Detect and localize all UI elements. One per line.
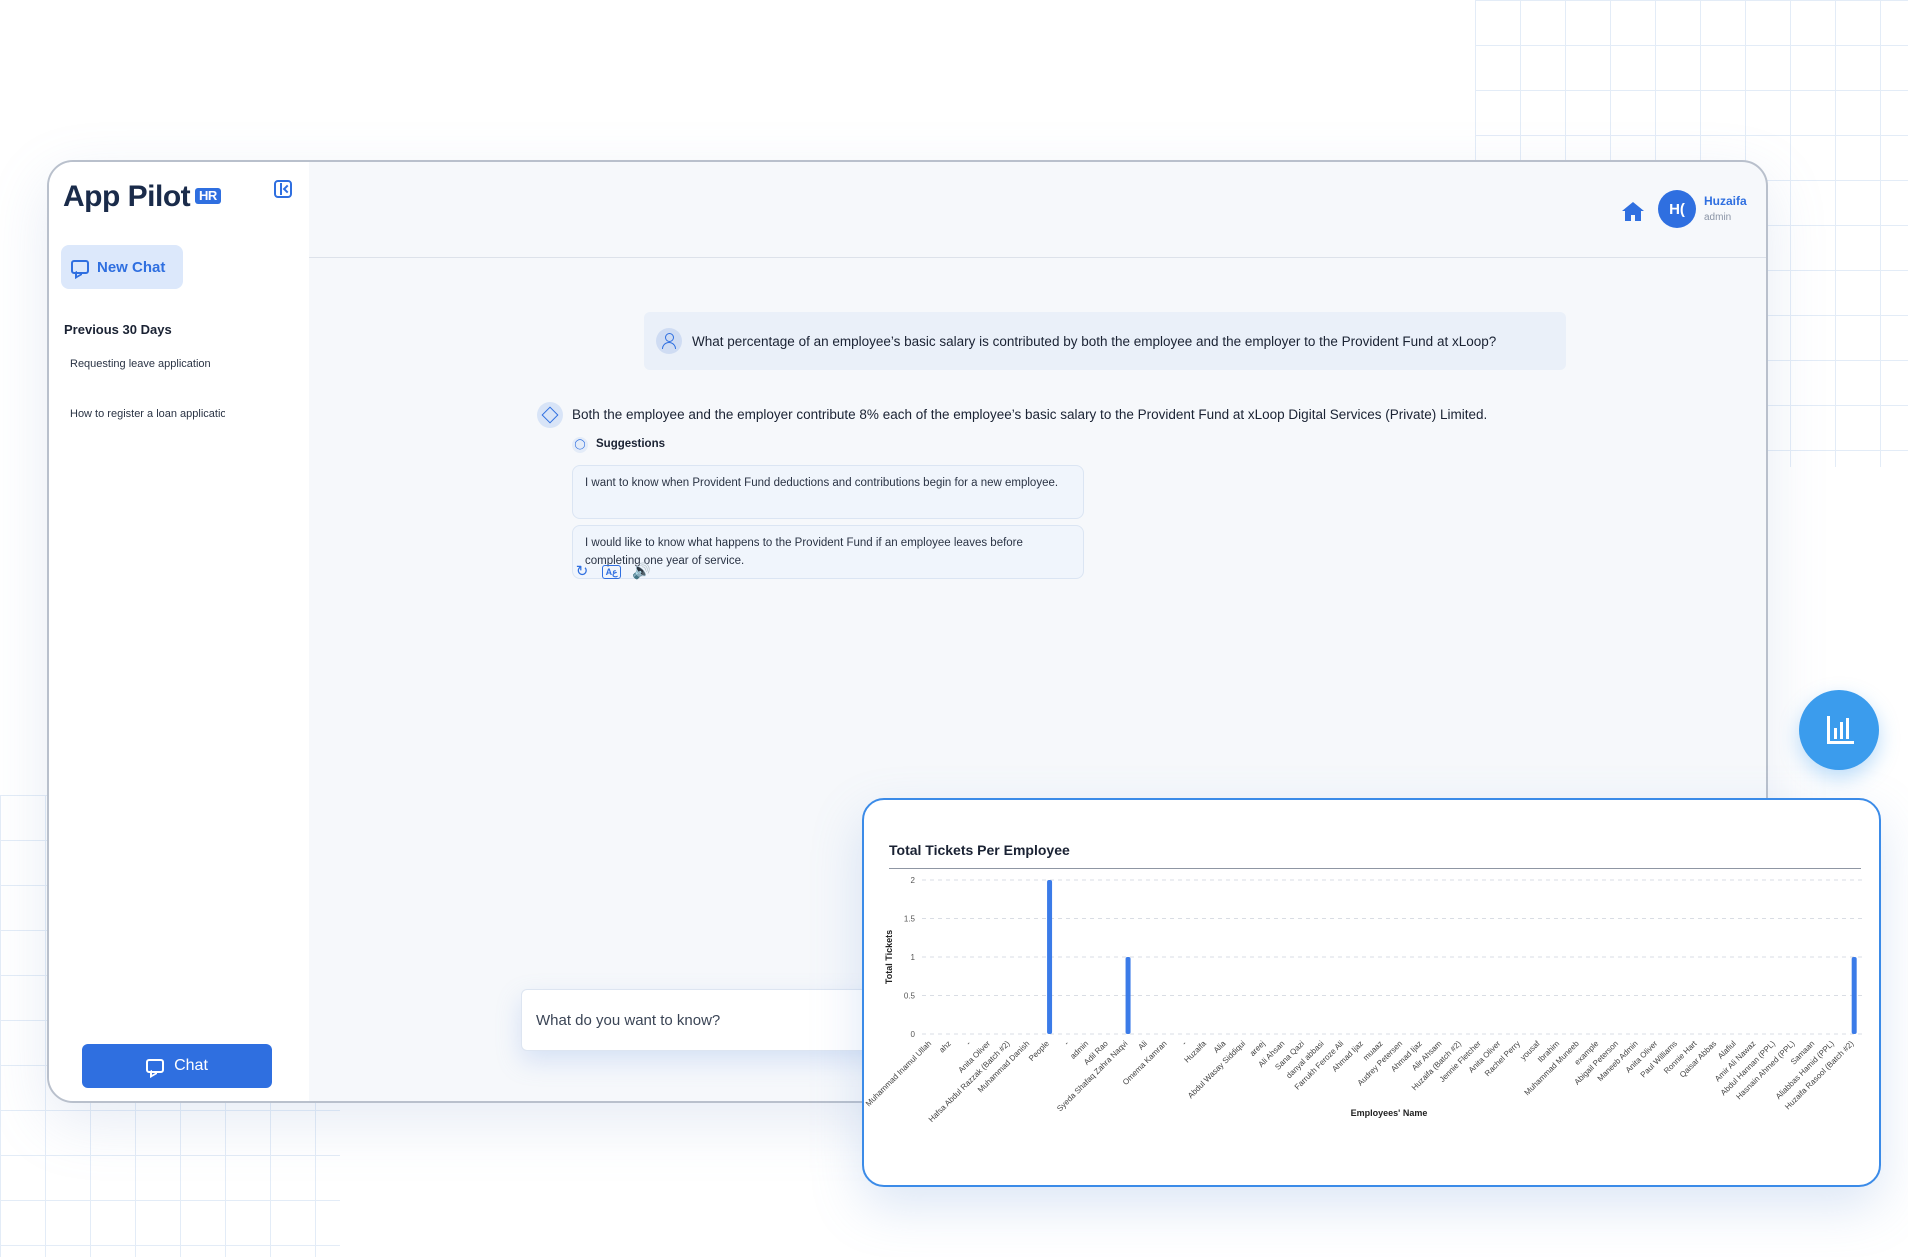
lightbulb-icon: ◯: [572, 437, 588, 453]
new-chat-button[interactable]: New Chat: [61, 245, 183, 289]
bar: [1125, 957, 1131, 1034]
chart-fab-button[interactable]: [1799, 690, 1879, 770]
history-item[interactable]: Requesting leave application: [70, 358, 230, 370]
x-tick-label: -: [1062, 1039, 1070, 1047]
chat-icon: [146, 1059, 165, 1073]
speaker-icon[interactable]: 🔊: [632, 564, 651, 580]
x-tick-label: Huzaifa: [1182, 1039, 1208, 1065]
user-message: What percentage of an employee’s basic s…: [644, 312, 1566, 370]
home-icon[interactable]: [1621, 200, 1645, 222]
chat-input-placeholder: What do you want to know?: [536, 1011, 721, 1029]
user-name: Huzaifa: [1704, 194, 1747, 208]
x-tick-label: People: [1027, 1039, 1051, 1063]
y-tick-label: 1: [911, 953, 916, 962]
bot-message-text: Both the employee and the employer contr…: [572, 407, 1488, 422]
x-tick-label: -: [964, 1039, 972, 1047]
user-role: admin: [1704, 212, 1732, 223]
app-logo: App Pilot HR: [63, 180, 221, 214]
x-tick-label: ahz: [937, 1039, 952, 1054]
x-tick-label: Ali: [1136, 1039, 1149, 1052]
x-tick-label: Alia: [1212, 1039, 1228, 1055]
bar-chart-icon: [1827, 716, 1854, 744]
y-tick-label: 0.5: [904, 992, 916, 1001]
y-axis-label: Total Tickets: [884, 930, 894, 984]
y-tick-label: 2: [911, 876, 916, 885]
header-divider: [309, 257, 1766, 258]
chart-card: Total Tickets Per Employee 0 0.5 1 1.5 2 Muha…: [862, 798, 1881, 1187]
user-message-text: What percentage of an employee’s basic s…: [692, 333, 1497, 349]
bar: [1047, 880, 1053, 1034]
logo-text: App Pilot: [63, 180, 191, 213]
suggestion-card[interactable]: I want to know when Provident Fund deduc…: [572, 465, 1084, 519]
new-chat-label: New Chat: [97, 258, 166, 276]
history-section-title: Previous 30 Days: [64, 322, 172, 337]
chat-button-label: Chat: [174, 1057, 208, 1074]
chat-icon: [71, 260, 89, 274]
y-tick-label: 1.5: [904, 915, 916, 924]
suggestions-label: Suggestions: [596, 438, 666, 450]
chat-button[interactable]: Chat: [82, 1044, 272, 1088]
collapse-sidebar-icon[interactable]: [274, 180, 292, 198]
history-item[interactable]: How to register a loan application: [70, 408, 225, 420]
bar: [1851, 957, 1857, 1034]
bot-icon: [537, 402, 563, 428]
x-tick-label: -: [1180, 1039, 1188, 1047]
sidebar: App Pilot HR New Chat Previous 30 Days R…: [49, 162, 309, 1101]
regenerate-icon[interactable]: ↻: [573, 564, 591, 580]
logo-badge: HR: [195, 188, 221, 204]
user-icon: [656, 328, 682, 354]
avatar[interactable]: H(: [1658, 190, 1696, 228]
x-tick-label: Muhammad Inamul Ullah: [864, 1039, 933, 1108]
translate-icon[interactable]: Aع: [602, 565, 621, 579]
x-axis-label: Employees' Name: [1351, 1108, 1428, 1118]
y-tick-label: 0: [911, 1030, 916, 1039]
tickets-bar-chart: 00.511.52Muhammad Inamul Ullah ahz -Anita …: [864, 876, 1864, 1124]
